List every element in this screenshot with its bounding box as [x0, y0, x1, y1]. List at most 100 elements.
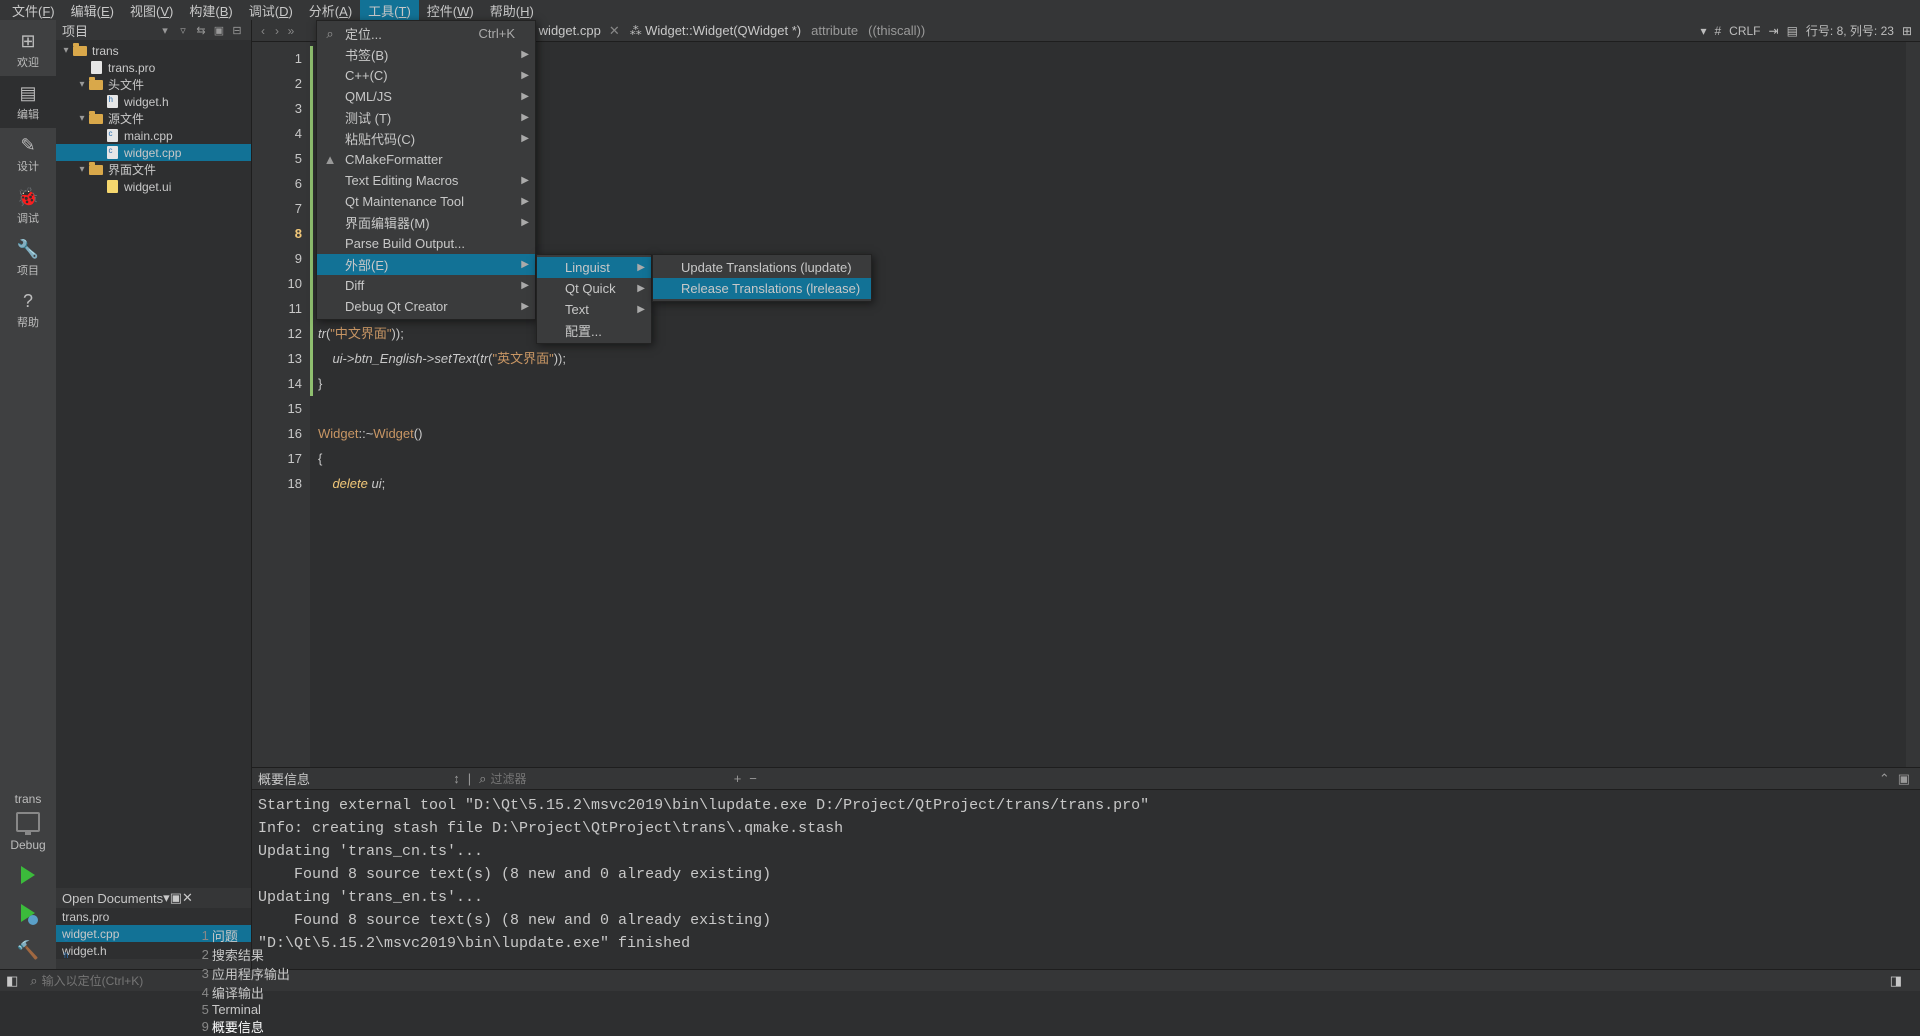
target-monitor-icon[interactable]	[16, 812, 40, 832]
nav-fwd-icon[interactable]: ›	[270, 24, 284, 38]
menu-item[interactable]: C++(C)▶	[317, 65, 535, 86]
up-icon[interactable]: ⌃	[1879, 771, 1890, 787]
menu-item[interactable]: ▲CMakeFormatter	[317, 149, 535, 170]
linguist-submenu[interactable]: Update Translations (lupdate)Release Tra…	[652, 254, 872, 302]
filter-icon[interactable]: ▾	[157, 24, 173, 37]
menu-item[interactable]: Release Translations (lrelease)	[653, 278, 871, 299]
mode-帮助[interactable]: ?帮助	[0, 284, 56, 336]
mode-设计[interactable]: ✎设计	[0, 128, 56, 180]
status-tab[interactable]: 3应用程序输出	[202, 964, 290, 983]
menu-item[interactable]: 测试 (T)▶	[317, 107, 535, 128]
minus-icon[interactable]: −	[749, 771, 757, 786]
expand-arrow[interactable]: ▾	[76, 113, 88, 124]
kit-project-name[interactable]: trans	[15, 788, 42, 810]
dropdown-icon[interactable]: ▾	[1700, 24, 1706, 38]
menu-item[interactable]: QML/JS▶	[317, 86, 535, 107]
menu-4[interactable]: 调试(D)	[241, 0, 301, 22]
filter-input[interactable]	[490, 772, 590, 786]
nav-fwd2-icon[interactable]: »	[284, 24, 298, 38]
tree-row[interactable]: widget.ui	[56, 178, 251, 195]
menu-item[interactable]: Debug Qt Creator▶	[317, 296, 535, 317]
menu-5[interactable]: 分析(A)	[301, 0, 360, 22]
tree-row[interactable]: widget.h	[56, 93, 251, 110]
menu-8[interactable]: 帮助(H)	[482, 0, 542, 22]
menu-7[interactable]: 控件(W)	[419, 0, 482, 22]
code-content[interactable]: t.h" dget *parent)nt)idget) is);Name->se…	[310, 42, 1906, 767]
status-tab[interactable]: 4编译输出	[202, 983, 290, 1002]
menu-item[interactable]: Qt Quick▶	[537, 278, 651, 299]
menu-item[interactable]: 配置...	[537, 320, 651, 341]
status-tab[interactable]: 1问题	[202, 926, 290, 945]
mode-项目[interactable]: 🔧项目	[0, 232, 56, 284]
menu-2[interactable]: 视图(V)	[122, 0, 181, 22]
status-tab[interactable]: 5Terminal	[202, 1002, 290, 1017]
popout-icon[interactable]: ▣	[1898, 771, 1910, 787]
link-icon[interactable]: ⇆	[193, 24, 209, 37]
nav-back-icon[interactable]: ‹	[256, 24, 270, 38]
split-icon[interactable]: ⊞	[1902, 24, 1912, 38]
menu-item[interactable]: Linguist▶	[537, 257, 651, 278]
menu-6[interactable]: 工具(T)	[360, 0, 419, 22]
symbol-crumb[interactable]: ⁂ Widget::Widget(QWidget *)	[630, 23, 801, 38]
close-file-icon[interactable]: ✕	[609, 23, 620, 39]
menu-item[interactable]: Text Editing Macros▶	[317, 170, 535, 191]
mode-欢迎[interactable]: ⊞欢迎	[0, 24, 56, 76]
tree-row[interactable]: ▾界面文件	[56, 161, 251, 178]
menu-0[interactable]: 文件(F)	[4, 0, 63, 22]
run-button[interactable]	[21, 866, 35, 884]
project-tree[interactable]: ▾transtrans.pro▾头文件widget.h▾源文件main.cppw…	[56, 40, 251, 888]
funnel-icon[interactable]: ▿	[175, 24, 191, 37]
sort-icon[interactable]: ↕	[453, 771, 460, 786]
expand-arrow[interactable]: ▾	[76, 164, 88, 175]
sidebar-toggle-icon[interactable]: ◧	[6, 973, 18, 989]
menu-item[interactable]: Diff▶	[317, 275, 535, 296]
output-pane[interactable]: Starting external tool "D:\Qt\5.15.2\msv…	[252, 789, 1920, 969]
split-icon[interactable]: ▣	[170, 890, 182, 906]
menu-item[interactable]: 界面编辑器(M)▶	[317, 212, 535, 233]
attr-text: attribute	[811, 23, 858, 38]
tree-row[interactable]: trans.pro	[56, 59, 251, 76]
external-submenu[interactable]: Linguist▶Qt Quick▶Text▶配置...	[536, 254, 652, 344]
menu-item[interactable]: Text▶	[537, 299, 651, 320]
expand-arrow[interactable]: ▾	[76, 79, 88, 90]
menu-1[interactable]: 编辑(E)	[63, 0, 122, 22]
status-tab[interactable]: 9概要信息	[202, 1017, 290, 1036]
menu-item[interactable]: 书签(B)▶	[317, 44, 535, 65]
menu-3[interactable]: 构建(B)	[181, 0, 240, 22]
plus-icon[interactable]: +	[734, 771, 742, 786]
open-doc-row[interactable]: trans.pro	[56, 908, 251, 925]
tree-row[interactable]: ▾源文件	[56, 110, 251, 127]
tree-row[interactable]: ▾头文件	[56, 76, 251, 93]
indent-icon[interactable]: ⇥	[1769, 24, 1779, 38]
cursor-pos[interactable]: 行号: 8, 列号: 23	[1806, 22, 1894, 39]
run-debug-button[interactable]	[21, 904, 35, 922]
menu-item[interactable]: Qt Maintenance Tool▶	[317, 191, 535, 212]
tree-row[interactable]: main.cpp	[56, 127, 251, 144]
submenu-arrow-icon: ▶	[521, 133, 529, 144]
collapse-icon[interactable]: ⊟	[229, 24, 245, 37]
split-icon[interactable]: ▣	[211, 24, 227, 37]
menu-item[interactable]: ⌕定位...Ctrl+K	[317, 23, 535, 44]
line-ending[interactable]: CRLF	[1729, 24, 1760, 38]
right-toggle-icon[interactable]: ◨	[1890, 973, 1902, 989]
scrollbar[interactable]	[1906, 42, 1920, 767]
search-icon[interactable]: ⌕	[479, 771, 486, 787]
expand-arrow[interactable]: ▾	[60, 45, 72, 56]
status-tab[interactable]: 2搜索结果	[202, 945, 290, 964]
build-button[interactable]: 🔨	[17, 940, 39, 961]
menu-item[interactable]: 粘贴代码(C)▶	[317, 128, 535, 149]
mode-编辑[interactable]: ▤编辑	[0, 76, 56, 128]
menu-item[interactable]: Parse Build Output...	[317, 233, 535, 254]
locator[interactable]: ⌕	[30, 973, 181, 989]
close-icon[interactable]: ✕	[182, 890, 193, 906]
tools-menu[interactable]: ⌕定位...Ctrl+K书签(B)▶C++(C)▶QML/JS▶测试 (T)▶粘…	[316, 20, 536, 320]
tree-row[interactable]: ▾trans	[56, 42, 251, 59]
encoding[interactable]: #	[1714, 24, 1721, 38]
menu-item[interactable]: 外部(E)▶	[317, 254, 535, 275]
mode-调试[interactable]: 🐞调试	[0, 180, 56, 232]
locator-input[interactable]	[42, 974, 182, 988]
menu-item[interactable]: Update Translations (lupdate)	[653, 257, 871, 278]
doc-icon[interactable]: ▤	[1787, 24, 1798, 38]
tree-row[interactable]: widget.cpp	[56, 144, 251, 161]
kit-config[interactable]: Debug	[10, 834, 45, 856]
